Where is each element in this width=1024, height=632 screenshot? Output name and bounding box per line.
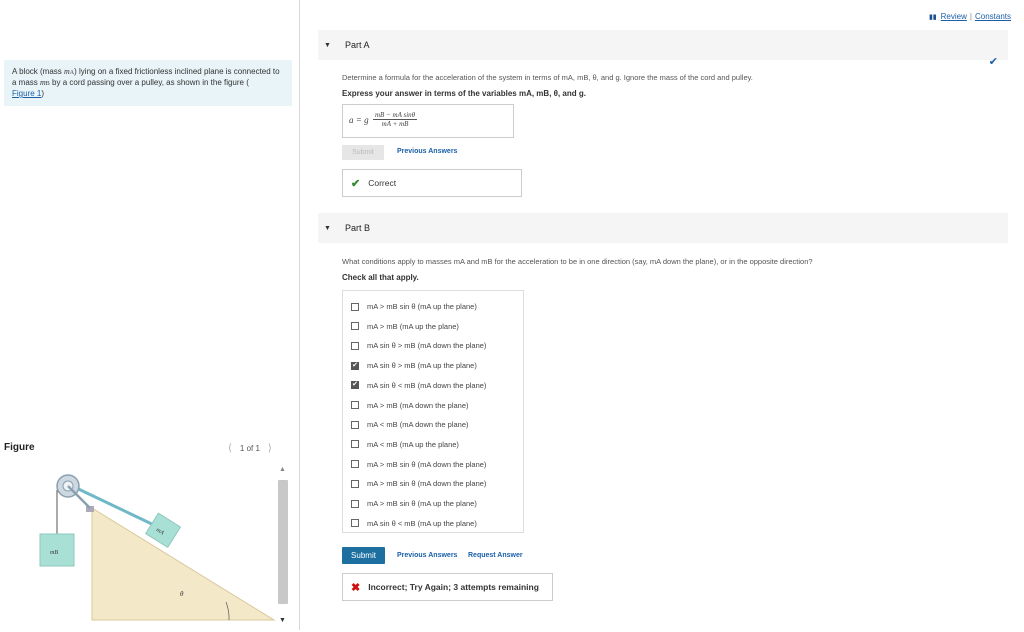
top-links: ▮▮ Review | Constants (929, 12, 1011, 21)
part-a-question: Determine a formula for the acceleration… (342, 73, 753, 82)
checkbox-unchecked[interactable] (351, 460, 359, 469)
part-a-instruction: Express your answer in terms of the vari… (342, 89, 586, 98)
part-b-instruction: Check all that apply. (342, 273, 419, 282)
problem-text-1: A block (mass (12, 67, 65, 76)
review-icon: ▮▮ (928, 14, 937, 21)
left-panel: A block (mass mA) lying on a fixed frict… (0, 0, 300, 630)
option-item[interactable]: mA sin θ < mB (mA up the plane) (351, 519, 477, 528)
part-a-submit-button: Submit (342, 145, 384, 160)
answer-denominator: mA + mB (381, 120, 409, 128)
option-label: mA > mB sin θ (mA up the plane) (367, 499, 477, 508)
part-a-answer-box[interactable]: a = g mB − mA sinθ mA + mB (342, 104, 514, 138)
option-label: mA sin θ > mB (mA down the plane) (367, 341, 487, 351)
option-label: mA > mB sin θ (mA up the plane) (367, 302, 477, 311)
incline-plane (91, 507, 276, 621)
correct-check-icon: ✔ (351, 177, 361, 190)
link-separator: | (969, 12, 972, 21)
option-label: mA sin θ < mB (mA down the plane) (367, 380, 487, 390)
checkbox-unchecked[interactable] (351, 519, 359, 528)
option-item[interactable]: mA > mB (mA up the plane) (351, 322, 459, 331)
checkbox-unchecked[interactable] (351, 401, 359, 409)
option-label: mA > mB (mA down the plane) (367, 400, 469, 410)
checkbox-unchecked[interactable] (351, 341, 359, 350)
part-b-feedback-text: Incorrect; Try Again; 3 attempts remaini… (368, 582, 539, 592)
part-b-submit-button[interactable]: Submit (342, 547, 385, 564)
part-b-previous-answers-link[interactable]: Previous Answers (397, 552, 457, 559)
option-label: mA sin θ < mB (mA up the plane) (367, 518, 477, 528)
part-a-feedback-text: Correct (368, 178, 397, 188)
option-item[interactable]: ✔ mA sin θ > mB (mA up the plane) (351, 361, 477, 370)
option-item[interactable]: mA > mB (mA down the plane) (351, 401, 469, 410)
answer-numerator: mB − mA sinθ (373, 111, 418, 120)
prev-figure-icon[interactable]: ⟨ (228, 443, 232, 454)
part-a-feedback: ✔ Correct (342, 169, 522, 197)
constants-link[interactable]: Constants (975, 12, 1011, 21)
figure-page-count: 1 of 1 (239, 444, 260, 453)
option-item[interactable]: mA sin θ > mB (mA down the plane) (351, 341, 486, 350)
option-label: mA < mB (mA up the plane) (367, 439, 459, 449)
checkbox-unchecked[interactable] (351, 440, 359, 449)
part-b-question: What conditions apply to masses mA and m… (342, 257, 813, 266)
figure-link[interactable]: Figure 1 (12, 89, 41, 98)
part-b-options: mA > mB sin θ (mA up the plane) mA > mB (… (342, 290, 524, 533)
incline-diagram: θ mB mA (39, 474, 276, 621)
option-item[interactable]: mA < mB (mA down the plane) (351, 420, 469, 429)
collapse-triangle-icon: ▼ (324, 224, 331, 232)
collapse-triangle-icon: ▼ (324, 41, 331, 49)
part-a-previous-answers-link[interactable]: Previous Answers (397, 148, 457, 155)
option-item[interactable]: ✔ mA sin θ < mB (mA down the plane) (351, 381, 486, 390)
part-a-title: Part A (344, 40, 370, 50)
checkbox-unchecked[interactable] (351, 499, 359, 508)
part-a-header[interactable]: ▼ Part A (318, 30, 1008, 60)
ma-symbol: mA (64, 67, 75, 76)
answer-g: g (364, 115, 369, 125)
option-item[interactable]: mA > mB sin θ (mA down the plane) (351, 460, 486, 469)
checkbox-checked[interactable]: ✔ (351, 361, 359, 370)
problem-text-3: by a cord passing over a pulley, as show… (49, 78, 249, 87)
part-b-header[interactable]: ▼ Part B (318, 213, 1008, 243)
next-figure-icon[interactable]: ⟩ (268, 443, 272, 454)
option-label: mA > mB sin θ (mA down the plane) (367, 459, 487, 469)
checkbox-unchecked[interactable] (351, 302, 359, 311)
scroll-up-icon[interactable]: ▲ (279, 466, 286, 473)
request-answer-link[interactable]: Request Answer (468, 552, 523, 559)
part-a-complete-check-icon: ✔ (988, 56, 998, 68)
checkbox-checked[interactable]: ✔ (351, 381, 359, 390)
scroll-down-icon[interactable]: ▼ (279, 617, 286, 624)
review-link[interactable]: Review (941, 12, 967, 21)
figure-pager: ⟨ 1 of 1 ⟩ (228, 443, 272, 454)
option-item[interactable]: mA > mB sin θ (mA down the plane) (351, 479, 486, 488)
problem-text-4: ) (41, 89, 45, 98)
checkbox-unchecked[interactable] (351, 322, 359, 331)
answer-lhs: a = g (349, 115, 369, 125)
option-item[interactable]: mA > mB sin θ (mA up the plane) (351, 302, 477, 311)
figure-image: θ mB mA (4, 462, 294, 627)
mb-label: mB (50, 550, 58, 556)
option-label: mA sin θ > mB (mA up the plane) (367, 361, 477, 371)
option-item[interactable]: mA < mB (mA up the plane) (351, 440, 459, 449)
checkbox-unchecked[interactable] (351, 479, 359, 488)
option-label: mA > mB sin θ (mA down the plane) (367, 479, 487, 489)
checkbox-unchecked[interactable] (351, 420, 359, 429)
figure-scrollbar[interactable]: ▲ ▼ (276, 466, 290, 624)
theta-label: θ (180, 590, 184, 598)
cord-incline (67, 482, 157, 528)
mb-symbol: mB (40, 78, 50, 87)
part-b-feedback: ✖ Incorrect; Try Again; 3 attempts remai… (342, 573, 553, 601)
part-b-title: Part B (344, 223, 370, 233)
incorrect-x-icon: ✖ (351, 581, 361, 594)
block-ma: mA (144, 512, 182, 549)
problem-statement: A block (mass mA) lying on a fixed frict… (4, 60, 292, 106)
figure-label: Figure (4, 442, 35, 453)
scroll-thumb[interactable] (278, 480, 288, 604)
answer-fraction: mB − mA sinθ mA + mB (373, 111, 418, 128)
option-label: mA > mB (mA up the plane) (367, 321, 459, 331)
option-label: mA < mB (mA down the plane) (367, 420, 469, 430)
option-item[interactable]: mA > mB sin θ (mA up the plane) (351, 499, 477, 508)
